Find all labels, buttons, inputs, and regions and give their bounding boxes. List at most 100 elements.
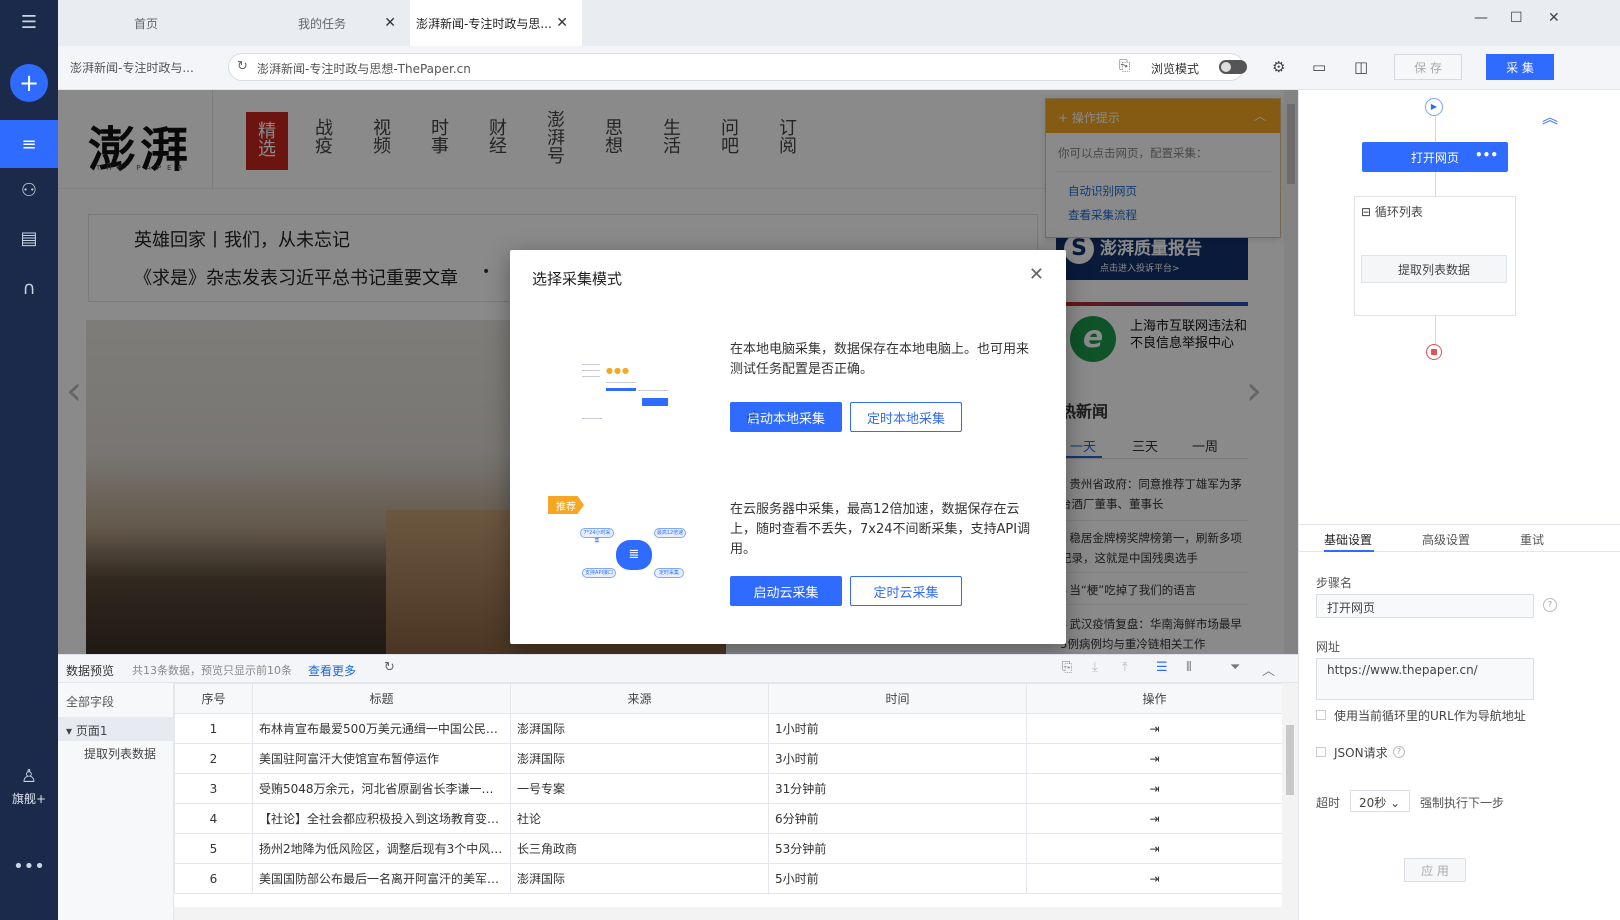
column-header[interactable]: 序号 [174,683,253,714]
help-icon[interactable]: ? [1393,746,1405,758]
column-header[interactable]: 时间 [768,683,1027,714]
illu-label: 支持API接口 [582,568,616,578]
close-icon[interactable]: ✕ [1029,264,1044,285]
help-icon[interactable]: ? [1543,598,1557,612]
flow-start-icon[interactable]: ▶ [1425,98,1443,116]
tab-thepaper[interactable]: 澎湃新闻-专注时政与思... ✕ [410,0,582,46]
new-task-button[interactable]: + [10,64,48,102]
cell-time: 1小时前 [768,713,1027,744]
vip-label[interactable]: 旗舰+ [0,790,58,807]
download-icon[interactable]: ⤓ [1092,660,1098,675]
address-bar[interactable]: ↻ 澎湃新闻-专注时政与思想-ThePaper.cn ⎘ 浏览模式 [228,53,1247,81]
close-icon[interactable]: ✕ [556,15,568,31]
local-collect-description: 在本地电脑采集，数据保存在本地电脑上。也可用来测试任务配置是否正确。 [730,342,1030,377]
timeout-select[interactable]: 20秒 ⌄ [1350,790,1410,812]
row-action-icon[interactable]: ⇥ [1026,773,1283,804]
all-fields-item[interactable]: 全部字段 [66,693,114,710]
table-row: 5 扬州2地降为低风险区，调整后现有3个中风险区 长三角政商 53分钟前 ⇥ [174,833,1283,864]
column-header[interactable]: 操作 [1026,683,1283,714]
schedule-cloud-collect-button[interactable]: 定时云采集 [850,576,962,606]
more-icon[interactable]: ••• [0,846,58,886]
page1-item[interactable]: ▾ 页面1 [58,717,174,741]
table-header-row: 序号 标题 来源 时间 操作 [174,683,1283,714]
collapse-panel-icon[interactable]: ︿ [1262,660,1275,679]
gear-icon[interactable]: ⚙ [1272,58,1285,76]
cell-no: 3 [174,773,253,804]
upload-icon[interactable]: ⤒ [1122,660,1128,675]
row-action-icon[interactable]: ⇥ [1026,833,1283,864]
url-label: 网址 [1316,640,1341,654]
extract-list-item[interactable]: 提取列表数据 [84,745,156,762]
cell-time: 5小时前 [768,863,1027,894]
layout-right-icon[interactable]: ◫ [1354,58,1368,76]
collapse-flow-icon[interactable]: ︽ [1542,104,1558,128]
close-icon[interactable]: ✕ [384,15,396,31]
cell-source: 一号专案 [510,773,769,804]
table-row: 1 布林肯宣布最爱500万美元通缉一中国公民，外... 澎湃国际 1小时前 ⇥ [174,713,1283,744]
json-request-checkbox[interactable] [1316,747,1326,757]
row-action-icon[interactable]: ⇥ [1026,743,1283,774]
table-vertical-scrollbar[interactable] [1282,683,1298,920]
column-header[interactable]: 标题 [252,683,511,714]
cell-time: 6分钟前 [768,803,1027,834]
layout-bottom-icon[interactable]: ▭ [1312,58,1326,76]
cell-title: 扬州2地降为低风险区，调整后现有3个中风险区 [252,833,511,864]
reload-icon[interactable]: ↻ [237,59,248,74]
row-action-icon[interactable]: ⇥ [1026,803,1283,834]
loop-header[interactable]: ⊟ 循环列表 [1361,203,1423,220]
list-view-icon[interactable]: ☰ [1156,660,1168,675]
browse-mode-toggle[interactable] [1219,60,1247,74]
view-more-link[interactable]: 查看更多 [308,662,356,679]
cell-source: 澎湃国际 [510,713,769,744]
table-horizontal-scrollbar[interactable] [174,907,1282,920]
flow-step-open-page[interactable]: 打开网页 ••• [1362,142,1508,172]
flow-connector [1435,116,1436,142]
apply-button[interactable]: 应 用 [1404,858,1466,882]
flow-step-extract[interactable]: 提取列表数据 [1361,255,1507,283]
cell-no: 4 [174,803,253,834]
document-icon[interactable]: ▤ [0,218,58,258]
filter-icon[interactable]: ⏷ [1230,660,1240,675]
tab-my-tasks[interactable]: 我的任务 ✕ [234,0,410,46]
flow-step-loop-list[interactable]: ⊟ 循环列表 提取列表数据 [1354,196,1516,316]
people-icon[interactable]: ⚇ [0,170,58,210]
menu-toggle-icon[interactable]: ☰ [0,2,58,42]
page-info-icon[interactable]: ⎘ [1119,58,1130,74]
row-action-icon[interactable]: ⇥ [1026,713,1283,744]
step-name-input[interactable]: 打开网页 [1316,594,1534,618]
local-collect-illustration: ●●● [582,360,672,420]
mouse-cursor-icon: ☝ [746,408,757,429]
window-close-icon[interactable]: ✕ [1548,10,1560,26]
tab-home[interactable]: 首页 [58,0,234,46]
address-text[interactable]: 澎湃新闻-专注时政与思想-ThePaper.cn [257,60,471,77]
cell-source: 澎湃国际 [510,743,769,774]
step-more-icon[interactable]: ••• [1475,148,1498,162]
column-header[interactable]: 来源 [510,683,769,714]
tab-advanced-settings[interactable]: 高级设置 [1422,531,1470,548]
start-cloud-collect-button[interactable]: 启动云采集 [730,576,842,606]
export-icon[interactable]: ⎘ [1062,660,1072,675]
column-view-icon[interactable]: ⦀ [1186,660,1192,675]
data-table: 序号 标题 来源 时间 操作 1 布林肯宣布最爱500万美元通缉一中国公民，外.… [174,683,1283,894]
maximize-icon[interactable]: ☐ [1510,10,1523,26]
tab-retry[interactable]: 重试 [1520,531,1544,548]
collect-button[interactable]: 采 集 [1486,54,1554,80]
url-input[interactable]: https://www.thepaper.cn/ [1316,658,1534,700]
schedule-local-collect-button[interactable]: 定时本地采集 [850,402,962,432]
save-button[interactable]: 保 存 [1394,54,1462,80]
list-icon[interactable]: ≡ [0,124,58,164]
refresh-icon[interactable]: ↻ [384,660,395,675]
scroll-thumb[interactable] [1286,725,1294,795]
row-action-icon[interactable]: ⇥ [1026,863,1283,894]
cell-no: 1 [174,713,253,744]
cell-title: 布林肯宣布最爱500万美元通缉一中国公民，外... [252,713,511,744]
use-loop-url-checkbox[interactable] [1316,710,1326,720]
illu-label: 定时采集 [654,568,684,578]
timeout-label: 超时 [1316,796,1341,810]
timeout-suffix: 强制执行下一步 [1420,796,1505,810]
cell-no: 2 [174,743,253,774]
minimize-icon[interactable]: — [1474,10,1488,26]
tab-basic-settings[interactable]: 基础设置 [1324,531,1372,548]
browse-mode-label: 浏览模式 [1151,62,1200,76]
headset-icon[interactable]: ∩ [0,268,58,308]
